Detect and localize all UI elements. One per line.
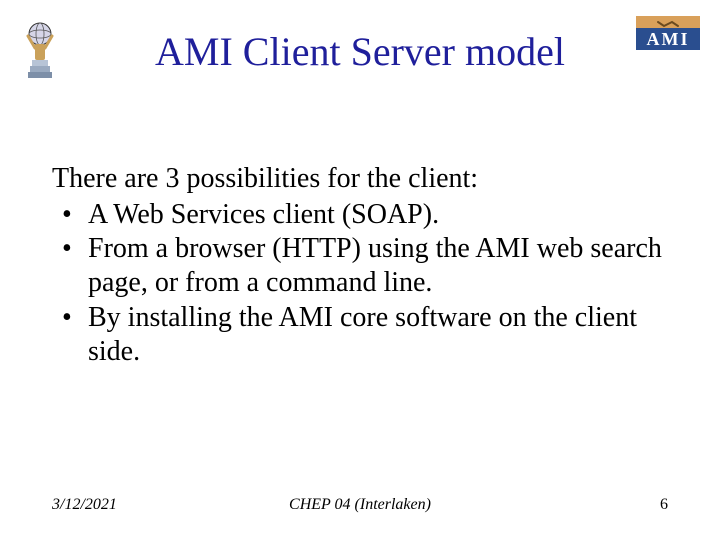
bullet-list: A Web Services client (SOAP). From a bro… bbox=[52, 198, 668, 369]
list-item: A Web Services client (SOAP). bbox=[52, 198, 668, 232]
footer-page: 6 bbox=[660, 496, 668, 514]
list-item: From a browser (HTTP) using the AMI web … bbox=[52, 232, 668, 300]
intro-text: There are 3 possibilities for the client… bbox=[52, 162, 668, 196]
slide: AMI AMI Client Server model There are 3 … bbox=[0, 0, 720, 540]
footer-venue: CHEP 04 (Interlaken) bbox=[0, 496, 720, 514]
slide-title: AMI Client Server model bbox=[0, 28, 720, 75]
list-item: By installing the AMI core software on t… bbox=[52, 301, 668, 369]
slide-body: There are 3 possibilities for the client… bbox=[52, 162, 668, 369]
